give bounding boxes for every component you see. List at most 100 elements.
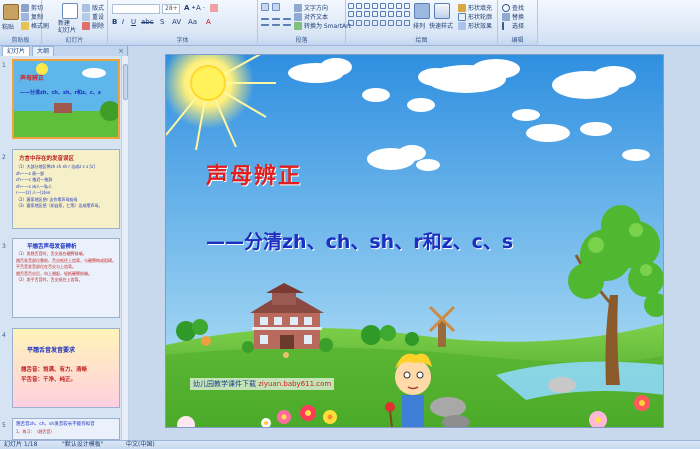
paste-button[interactable]: 粘贴 [2,22,14,31]
magnifier-icon [502,3,510,12]
reset-icon [82,12,90,21]
slide-thumbnail-2[interactable]: 方言中存在的发音误区 （1）大部分地区将zh ch sh r 念成z c s [… [12,149,120,229]
editing-group: 查找 替换 选择 编辑 [498,0,538,46]
status-slide-index: 幻灯片 1/18 [4,441,38,448]
thumb-3-body: （1）发翘舌音时，舌尖抵在硬腭前端。 翘舌发音部位靠前，舌尖抵住上齿背，与硬腭构… [16,251,116,282]
underline-button[interactable]: U [131,18,136,26]
drawing-group-label: 绘图 [346,36,497,45]
thumb-5-body: 1、练习：（翘舌音） [16,429,55,434]
align-left-button[interactable] [261,18,269,26]
paste-icon [3,4,19,20]
thumb-1-title: 声母辨正 [20,75,45,82]
slide-thumbnail-3[interactable]: 平翘舌声母发音辨析 （1）发翘舌音时，舌尖抵在硬腭前端。 翘舌发音部位靠前，舌尖… [12,238,120,318]
bold-button[interactable]: B [112,18,117,26]
new-slide-button[interactable]: 新建 幻灯片 [58,20,76,34]
thumb-4-title: 平翘舌音发音要求 [27,347,76,354]
align-left-icon [261,18,269,26]
credit-url: ziyuan.baby611.com [258,380,332,388]
slide-thumbnail-5[interactable]: 翘舌音zh、ch、sh发音较长不能作拟音 1、练习：（翘舌音） [12,418,120,440]
font-group: 28+ A + A- B I U abc S AV Aa A 字体 [108,0,258,46]
shrink-font-button[interactable]: A- [196,4,205,12]
replace-button[interactable]: 替换 [502,12,524,21]
font-size-combo[interactable]: 28+ [162,4,180,14]
cursor-icon [502,21,510,30]
paragraph-group: 文字方向 对齐文本 转换为 SmartArt 段落 [258,0,351,46]
slide-thumbnail-1[interactable]: 声母辨正 ——分清zh、ch、sh、r和z、c、s [12,59,120,139]
brush-icon [21,21,29,30]
clear-format-icon[interactable] [210,4,218,12]
select-button[interactable]: 选择 [502,21,524,30]
scrollbar-thumb[interactable] [123,64,128,100]
align-text-button[interactable]: 对齐文本 [294,12,328,21]
bullets-icon [261,3,269,11]
arrange-button[interactable]: 排列 [413,21,425,30]
align-center-button[interactable] [272,18,280,26]
align-right-icon [283,18,291,26]
align-right-button[interactable] [283,18,291,26]
align-center-icon [272,18,280,26]
status-theme: "默认设计模板" [62,441,104,448]
cut-button[interactable]: 剪切 [21,3,43,12]
slides-group: 新建 幻灯片 版式 重设 删除 幻灯片 [42,0,108,46]
font-group-label: 字体 [108,36,257,45]
quick-styles-button[interactable]: 快速样式 [429,21,453,30]
status-bar: 幻灯片 1/18 "默认设计模板" 中文(中国) [0,440,700,449]
new-slide-icon [62,3,78,19]
status-language: 中文(中国) [126,441,155,448]
shape-effects-button[interactable]: 形状效果 [458,21,492,30]
slide-subtitle[interactable]: ——分清zh、ch、sh、r和z、c、s [206,227,513,254]
clipboard-group: 粘贴 剪切 复制 格式刷 剪贴板 [0,0,49,46]
change-case-button[interactable]: Aa [188,18,197,26]
text-direction-icon [294,3,302,12]
find-button[interactable]: 查找 [502,3,524,12]
shape-fill-button[interactable]: 形状填充 [458,3,492,12]
arrange-icon [414,3,430,19]
delete-slide-button[interactable]: 删除 [82,21,104,30]
slide-canvas[interactable]: 声母辨正 ——分清zh、ch、sh、r和z、c、s 幼儿园教学课件下载 ziyu… [165,54,664,428]
tab-outline[interactable]: 大纲 [32,46,55,56]
copy-icon [21,12,29,21]
slide-title[interactable]: 声母辨正 [206,158,302,190]
text-direction-button[interactable]: 文字方向 [294,3,328,12]
slide-thumbnail-pane: 幻灯片 大纲 × 1 声母辨正 ——分清zh、ch、sh、r和z、c、s 2 方… [0,46,128,440]
thumbnail-scrollbar[interactable] [121,56,128,440]
numbering-button[interactable] [272,3,280,11]
thumb-number: 4 [2,332,6,339]
credit-line: 幼儿园教学课件下载 ziyuan.baby611.com [190,378,335,390]
layout-button[interactable]: 版式 [82,3,104,12]
thumb-2-title: 方言中存在的发音误区 [19,156,75,162]
ribbon: 粘贴 剪切 复制 格式刷 剪贴板 新建 幻灯片 版式 重设 删除 幻灯片 28+… [0,0,700,46]
fill-bucket-icon [458,3,466,12]
grow-font-button[interactable]: A + [184,4,196,12]
reset-button[interactable]: 重设 [82,12,104,21]
thumb-2-body: （1）大部分地区将zh ch sh r 念成z c s [z] zh——z 周—… [16,164,103,208]
thumb-3-title: 平翘舌声母发音辨析 [27,244,77,250]
char-spacing-button[interactable]: AV [172,18,181,26]
effects-icon [458,21,466,30]
shape-gallery[interactable] [348,3,410,27]
strikethrough-button[interactable]: abc [141,18,154,26]
pane-close-icon[interactable]: × [118,46,127,56]
layout-icon [82,3,90,12]
copy-button[interactable]: 复制 [21,12,43,21]
thumb-number: 5 [2,422,6,429]
bullets-button[interactable] [261,3,269,11]
slide-thumbnail-4[interactable]: 平翘舌音发音要求 翘舌音：饱满、有力、清晰 平舌音：干净、纯正。 [12,328,120,408]
italic-button[interactable]: I [122,18,124,26]
thumb-5-title: 翘舌音zh、ch、sh发音较长不能作拟音 [16,422,95,427]
smartart-button[interactable]: 转换为 SmartArt [294,21,351,30]
font-name-combo[interactable] [112,4,160,14]
credit-text: 幼儿园教学课件下载 [193,380,256,388]
align-text-icon [294,12,302,21]
thumb-number: 1 [2,62,6,69]
font-color-button[interactable]: A [206,18,211,26]
shape-outline-button[interactable]: 形状轮廓 [458,12,492,21]
thumb-number: 2 [2,154,6,161]
thumb-number: 3 [2,243,6,250]
thumb-1-subtitle: ——分清zh、ch、sh、r和z、c、s [20,90,101,96]
replace-icon [502,12,510,21]
shadow-button[interactable]: S [160,18,164,26]
clipboard-group-label: 剪贴板 [0,36,41,45]
outline-pen-icon [458,12,466,21]
tab-slides[interactable]: 幻灯片 [2,46,31,56]
